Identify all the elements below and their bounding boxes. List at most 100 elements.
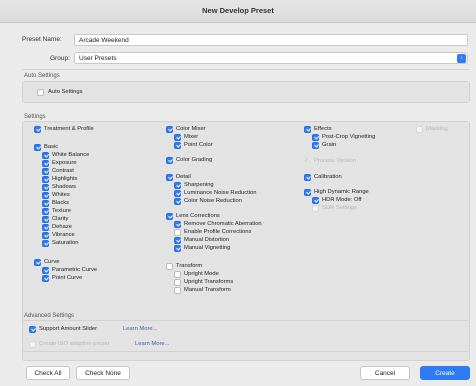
upright-transforms-checkbox[interactable] — [174, 279, 181, 286]
contrast-checkbox[interactable] — [42, 168, 49, 175]
hdr-mode-off-checkbox[interactable] — [312, 197, 319, 204]
grain-label: Grain — [322, 142, 337, 148]
color-grading-checkbox[interactable] — [166, 157, 173, 164]
masking-checkbox[interactable] — [416, 126, 423, 133]
manual-transform-label: Manual Transform — [184, 287, 231, 293]
enable-profile-corrections-checkbox[interactable] — [174, 229, 181, 236]
manual-distortion-label: Manual Distortion — [184, 237, 230, 243]
manual-vignetting-checkbox[interactable] — [174, 245, 181, 252]
title-bar: New Develop Preset — [0, 0, 476, 23]
upright-mode-label: Upright Mode — [184, 271, 219, 277]
auto-settings-checkbox[interactable] — [37, 89, 44, 96]
effects-checkbox[interactable] — [304, 126, 311, 133]
calibration-checkbox[interactable] — [304, 174, 311, 181]
advanced-settings-panel: Support Amount Slider Learn More... Crea… — [22, 320, 470, 352]
vibrance-checkbox[interactable] — [42, 232, 49, 239]
color-grading-label: Color Grading — [176, 157, 213, 163]
create-iso-checkbox[interactable] — [29, 341, 36, 348]
process-version-checkbox[interactable]: ✓ — [304, 158, 311, 165]
group-select[interactable]: User Presets ↕ — [74, 52, 468, 64]
support-amount-learn-more-link[interactable]: Learn More... — [123, 326, 157, 332]
luminance-noise-reduction-checkbox[interactable] — [174, 190, 181, 197]
basic-checkbox[interactable] — [34, 144, 41, 151]
texture-checkbox[interactable] — [42, 208, 49, 215]
contrast-label: Contrast — [52, 168, 74, 174]
hdr-mode-off-label: HDR Mode: Off — [322, 197, 362, 203]
chevron-updown-icon: ↕ — [457, 54, 466, 63]
process-version-label: Process Version — [314, 158, 356, 164]
white-balance-checkbox[interactable] — [42, 152, 49, 159]
post-crop-vignetting-checkbox[interactable] — [312, 134, 319, 141]
mixer-checkbox[interactable] — [174, 134, 181, 141]
cancel-button[interactable]: Cancel — [360, 366, 410, 380]
highlights-label: Highlights — [52, 176, 78, 182]
advanced-settings-heading: Advanced Settings — [24, 313, 75, 319]
basic-label: Basic — [44, 144, 59, 150]
enable-profile-corrections-label: Enable Profile Corrections — [184, 229, 252, 235]
mixer-label: Mixer — [184, 134, 199, 140]
clarity-checkbox[interactable] — [42, 216, 49, 223]
vibrance-label: Vibrance — [52, 232, 75, 238]
point-curve-checkbox[interactable] — [42, 275, 49, 282]
high-dynamic-range-checkbox[interactable] — [304, 189, 311, 196]
upright-mode-checkbox[interactable] — [174, 271, 181, 278]
support-amount-checkbox[interactable] — [29, 326, 36, 333]
dehaze-checkbox[interactable] — [42, 224, 49, 231]
curve-label: Curve — [44, 259, 60, 265]
manual-vignetting-label: Manual Vignetting — [184, 245, 231, 251]
detail-checkbox[interactable] — [166, 174, 173, 181]
transform-label: Transform — [176, 263, 203, 269]
exposure-label: Exposure — [52, 160, 77, 166]
parametric-curve-checkbox[interactable] — [42, 267, 49, 274]
remove-chromatic-aberration-label: Remove Chromatic Aberration — [184, 221, 262, 227]
parametric-curve-label: Parametric Curve — [52, 267, 98, 273]
high-dynamic-range-label: High Dynamic Range — [314, 189, 369, 195]
highlights-checkbox[interactable] — [42, 176, 49, 183]
point-color-label: Point Color — [184, 142, 213, 148]
clarity-label: Clarity — [52, 216, 69, 222]
texture-label: Texture — [52, 208, 72, 214]
shadows-label: Shadows — [52, 184, 76, 190]
preset-name-input[interactable]: Arcade Weekend — [74, 34, 468, 46]
shadows-checkbox[interactable] — [42, 184, 49, 191]
dehaze-label: Dehaze — [52, 224, 72, 230]
treatment-profile-checkbox[interactable] — [34, 126, 41, 133]
group-label: Group: — [50, 55, 70, 62]
whites-checkbox[interactable] — [42, 192, 49, 199]
auto-settings-label: Auto Settings — [48, 89, 83, 95]
preset-name-label: Preset Name: — [22, 36, 62, 43]
color-noise-reduction-label: Color Noise Reduction — [184, 198, 242, 204]
check-none-button[interactable]: Check None — [76, 366, 130, 380]
manual-transform-checkbox[interactable] — [174, 287, 181, 294]
new-develop-preset-dialog: New Develop Preset Preset Name: Arcade W… — [0, 0, 476, 386]
calibration-label: Calibration — [314, 174, 342, 180]
saturation-checkbox[interactable] — [42, 240, 49, 247]
remove-chromatic-aberration-checkbox[interactable] — [174, 221, 181, 228]
auto-settings-heading: Auto Settings — [24, 73, 60, 79]
sdr-settings-checkbox[interactable] — [312, 205, 319, 212]
blacks-checkbox[interactable] — [42, 200, 49, 207]
treatment-profile-label: Treatment & Profile — [44, 126, 94, 132]
settings-heading: Settings — [24, 114, 46, 120]
curve-checkbox[interactable] — [34, 259, 41, 266]
exposure-checkbox[interactable] — [42, 160, 49, 167]
color-mixer-checkbox[interactable] — [166, 126, 173, 133]
sdr-settings-label: SDR Settings — [322, 205, 357, 211]
sharpening-label: Sharpening — [184, 182, 214, 188]
masking-label: Masking — [426, 126, 448, 132]
group-select-value: User Presets — [79, 55, 117, 62]
check-all-button[interactable]: Check All — [26, 366, 70, 380]
create-iso-learn-more-link[interactable]: Learn More... — [135, 341, 169, 347]
white-balance-label: White Balance — [52, 152, 90, 158]
point-color-checkbox[interactable] — [174, 142, 181, 149]
color-noise-reduction-checkbox[interactable] — [174, 198, 181, 205]
sharpening-checkbox[interactable] — [174, 182, 181, 189]
create-button[interactable]: Create — [420, 366, 470, 380]
divider — [22, 69, 470, 70]
transform-checkbox[interactable] — [166, 263, 173, 270]
grain-checkbox[interactable] — [312, 142, 319, 149]
lens-corrections-checkbox[interactable] — [166, 213, 173, 220]
saturation-label: Saturation — [52, 240, 79, 246]
upright-transforms-label: Upright Transforms — [184, 279, 234, 285]
manual-distortion-checkbox[interactable] — [174, 237, 181, 244]
